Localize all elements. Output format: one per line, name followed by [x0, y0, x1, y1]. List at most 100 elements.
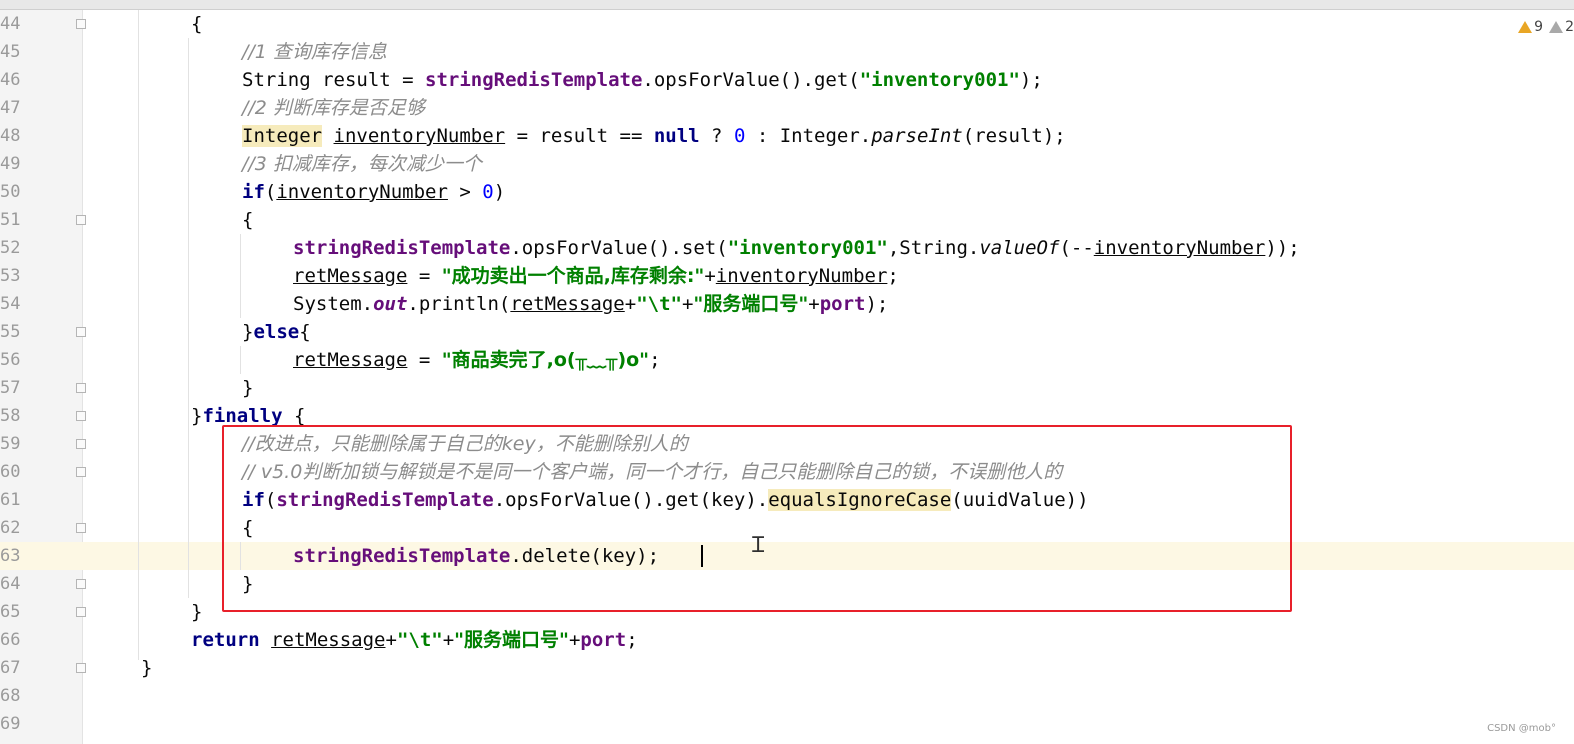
code-line-49[interactable]: //3 扣减库存，每次减少一个: [242, 150, 482, 178]
keyword: finally: [202, 405, 283, 427]
code-line-66[interactable]: return retMessage+"\t"+"服务端口号"+port;: [191, 626, 638, 654]
operator: +: [624, 293, 637, 315]
class-ref: System.: [293, 293, 374, 315]
line-number: 63: [0, 546, 21, 566]
fold-toggle-icon[interactable]: [76, 663, 86, 673]
line-number: 65: [0, 602, 21, 622]
code-line-48[interactable]: Integer inventoryNumber = result == null…: [242, 122, 1066, 150]
code-line-45[interactable]: //1 查询库存信息: [242, 38, 387, 66]
field-reference: port: [580, 629, 627, 651]
brace: }: [242, 321, 254, 343]
keyword: if: [242, 181, 265, 203]
indent-guide: [240, 346, 241, 374]
variable: inventoryNumber: [276, 181, 448, 203]
line-number: 47: [0, 98, 21, 118]
fold-toggle-icon[interactable]: [76, 607, 86, 617]
expression: = result ==: [505, 125, 654, 147]
code-line-67[interactable]: }: [141, 654, 152, 682]
code-line-56[interactable]: retMessage = "商品卖完了,o(╥﹏╥)o";: [293, 346, 661, 374]
terminator: (result);: [962, 125, 1066, 147]
line-number: 62: [0, 518, 21, 538]
variable: retMessage: [510, 293, 625, 315]
fold-toggle-icon[interactable]: [76, 383, 86, 393]
code-line-65[interactable]: }: [191, 598, 202, 626]
terminator: ));: [1265, 237, 1300, 259]
line-number: 66: [0, 630, 21, 650]
type-name: Integer: [242, 125, 323, 147]
variable: inventoryNumber: [333, 125, 506, 147]
line-number: 59: [0, 434, 21, 454]
operator: +: [442, 629, 455, 651]
variable: inventoryNumber: [715, 265, 888, 287]
fold-toggle-icon[interactable]: [76, 523, 86, 533]
weak-warning-indicator[interactable]: 2: [1549, 19, 1574, 35]
type-name: String: [242, 69, 323, 91]
comment: //3 扣减库存，每次减少一个: [242, 153, 482, 175]
code-line-47[interactable]: //2 判断库存是否足够: [242, 94, 425, 122]
string-literal: "inventory001": [859, 69, 1020, 91]
terminator: ;: [649, 349, 661, 371]
line-number: 58: [0, 406, 21, 426]
operator: +: [808, 293, 820, 315]
code-line-55[interactable]: }else{: [242, 318, 311, 346]
warning-indicator[interactable]: 9: [1518, 19, 1543, 35]
variable: retMessage: [293, 349, 408, 371]
fold-toggle-icon[interactable]: [76, 411, 86, 421]
operator: +: [568, 629, 581, 651]
paren: ): [493, 181, 506, 203]
line-number: 52: [0, 238, 21, 258]
code-line-57[interactable]: }: [242, 374, 253, 402]
brace: {: [299, 321, 311, 343]
watermark: CSDN @mob°: [1487, 723, 1556, 734]
fold-toggle-icon[interactable]: [76, 439, 86, 449]
code-line-46[interactable]: String result = stringRedisTemplate.opsF…: [242, 66, 1043, 94]
keyword: return: [191, 629, 260, 651]
code-line-51[interactable]: {: [242, 206, 253, 234]
brace: }: [242, 377, 254, 399]
terminator: ;: [887, 265, 899, 287]
string-literal: "服务端口号": [693, 293, 809, 315]
fold-toggle-icon[interactable]: [76, 215, 86, 225]
line-number: 50: [0, 182, 21, 202]
line-number: 46: [0, 70, 21, 90]
static-method: valueOf: [979, 237, 1060, 259]
fold-toggle-icon[interactable]: [76, 467, 86, 477]
variable: inventoryNumber: [1093, 237, 1266, 259]
inspection-widget[interactable]: 9 2: [1518, 17, 1574, 37]
operator: =: [407, 265, 442, 287]
indent-guide: [188, 38, 189, 598]
line-number: 45: [0, 42, 21, 62]
code-line-44[interactable]: {: [191, 10, 202, 38]
fold-toggle-icon[interactable]: [76, 327, 86, 337]
terminator: ;: [626, 629, 638, 651]
variable: retMessage: [293, 265, 408, 287]
line-number: 64: [0, 574, 21, 594]
expression: ,String.: [887, 237, 980, 259]
expression: : Integer.: [745, 125, 872, 147]
line-number: 56: [0, 350, 21, 370]
paren: (: [264, 181, 277, 203]
text-cursor-icon: Ɪ: [752, 533, 765, 558]
code-line-53[interactable]: retMessage = "成功卖出一个商品,库存剩余:"+inventoryN…: [293, 262, 899, 290]
keyword: else: [253, 321, 300, 343]
code-editor[interactable]: 44 45 46 47 48 49 50 51 52 53 54 55 56 5…: [0, 0, 1574, 744]
fold-toggle-icon[interactable]: [76, 19, 86, 29]
brace: {: [191, 13, 203, 35]
string-literal: "\t": [636, 293, 682, 315]
code-line-52[interactable]: stringRedisTemplate.opsForValue().set("i…: [293, 234, 1300, 262]
string-literal: "商品卖完了,o(╥﹏╥)o": [441, 349, 650, 371]
line-number: 49: [0, 154, 21, 174]
text-caret: [701, 545, 703, 567]
line-number: 53: [0, 266, 21, 286]
field-reference: port: [819, 293, 866, 315]
line-number: 54: [0, 294, 21, 314]
code-line-50[interactable]: if(inventoryNumber > 0): [242, 178, 505, 206]
operator: =: [390, 69, 426, 91]
editor-tab-strip: [0, 0, 1574, 10]
code-line-54[interactable]: System.out.println(retMessage+"\t"+"服务端口…: [293, 290, 888, 318]
method-call: .opsForValue().set(: [510, 237, 728, 259]
line-number: 57: [0, 378, 21, 398]
fold-toggle-icon[interactable]: [76, 579, 86, 589]
